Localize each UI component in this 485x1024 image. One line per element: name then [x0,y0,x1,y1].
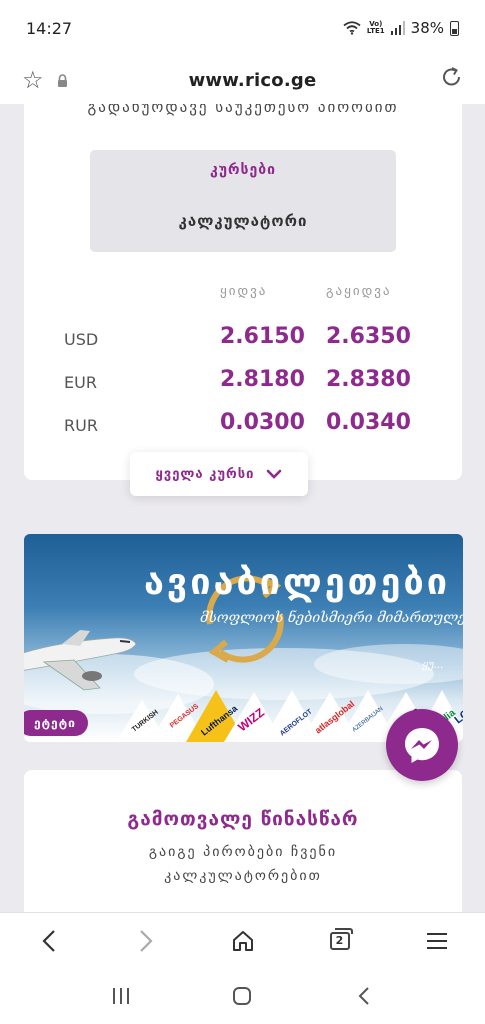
tab-rates[interactable]: კურსები [90,162,396,178]
page-content: გადახურდავე საუკეთესო პირობით კურსები კა… [0,104,485,912]
rates-section-heading: გადახურდავე საუკეთესო პირობით [87,104,399,116]
tab-calculator[interactable]: კალკულატორი [90,212,396,230]
banner-subtitle: მსოფლიოს ნებისმიერი მიმართულებით [200,610,463,626]
rate-row-eur: EUR 2.8180 2.8380 [24,367,462,397]
rate-row-rur: RUR 0.0300 0.0340 [24,410,462,440]
tabs-icon: 2 [329,927,353,950]
status-bar: 14:27 Vo) LTE1 38% [0,0,485,56]
volte-indicator: Vo) LTE1 [367,21,385,35]
status-icons: Vo) LTE1 38% [343,19,459,37]
buy-rate: 2.6150 [220,324,305,349]
column-sell-header: გაყიდვა [326,284,392,299]
buy-rate: 0.0300 [220,410,305,435]
flights-banner[interactable]: ავიაბილეთები მსოფლიოს ნებისმიერი მიმართუ… [24,534,463,742]
banner-title: ავიაბილეთები [144,562,451,603]
all-rates-button[interactable]: ყველა კურსი [130,452,308,496]
address-bar: ☆ www.rico.ge [0,56,485,104]
chevron-down-icon [267,469,282,479]
forward-icon [139,929,153,952]
home-icon [232,930,253,951]
buy-rate: 2.8180 [220,367,305,392]
tabs-button[interactable]: 2 [316,917,364,965]
browser-toolbar: 2 [0,912,485,968]
all-rates-label: ყველა კურსი [155,466,255,482]
system-back-button[interactable] [340,972,388,1020]
system-home-icon [233,987,252,1005]
promo-title: გამოთვალე წინასწარ [127,808,359,830]
banner-code: ყუ... [422,658,444,671]
sell-rate: 2.8380 [326,367,411,392]
battery-icon [450,20,459,36]
recents-icon [112,988,129,1004]
rate-row-usd: USD 2.6150 2.6350 [24,324,462,354]
sell-rate: 2.6350 [326,324,411,349]
home-button[interactable] [219,917,267,965]
promo-text-line2: კალკულატორებით [164,868,322,884]
signal-icon [390,21,405,35]
lock-icon[interactable] [52,73,72,87]
url-field[interactable]: www.rico.ge [72,70,433,91]
reload-icon[interactable] [433,66,463,94]
back-icon [41,929,55,952]
volte-bottom: LTE1 [366,27,385,35]
promo-text-line1: გაიგე პირობები ჩვენი [148,844,338,860]
sell-rate: 0.0340 [326,410,411,435]
android-nav-bar [0,968,485,1024]
system-back-icon [358,987,369,1005]
menu-icon [426,932,447,949]
rates-tabs: კურსები კალკულატორი [90,150,396,252]
column-buy-header: ყიდვა [220,284,268,299]
back-button[interactable] [25,917,73,965]
rates-card: გადახურდავე საუკეთესო პირობით კურსები კა… [24,104,462,480]
calculator-promo-card: გამოთვალე წინასწარ გაიგე პირობები ჩვენი … [24,770,462,912]
system-home-button[interactable] [218,972,266,1020]
wifi-icon [343,21,361,35]
recents-button[interactable] [97,972,145,1020]
battery-percent: 38% [410,19,444,37]
menu-button[interactable] [413,917,461,965]
currency-code: USD [64,330,99,349]
bookmark-star-icon[interactable]: ☆ [22,66,52,94]
forward-button[interactable] [122,917,170,965]
messenger-chat-button[interactable] [386,709,458,781]
status-time: 14:27 [26,18,73,38]
messenger-icon [405,728,439,763]
tabs-count: 2 [335,934,344,947]
currency-code: RUR [64,416,98,435]
banner-pill[interactable]: ეტეტი [24,710,88,736]
currency-code: EUR [64,373,97,392]
airplane-image [24,630,137,691]
